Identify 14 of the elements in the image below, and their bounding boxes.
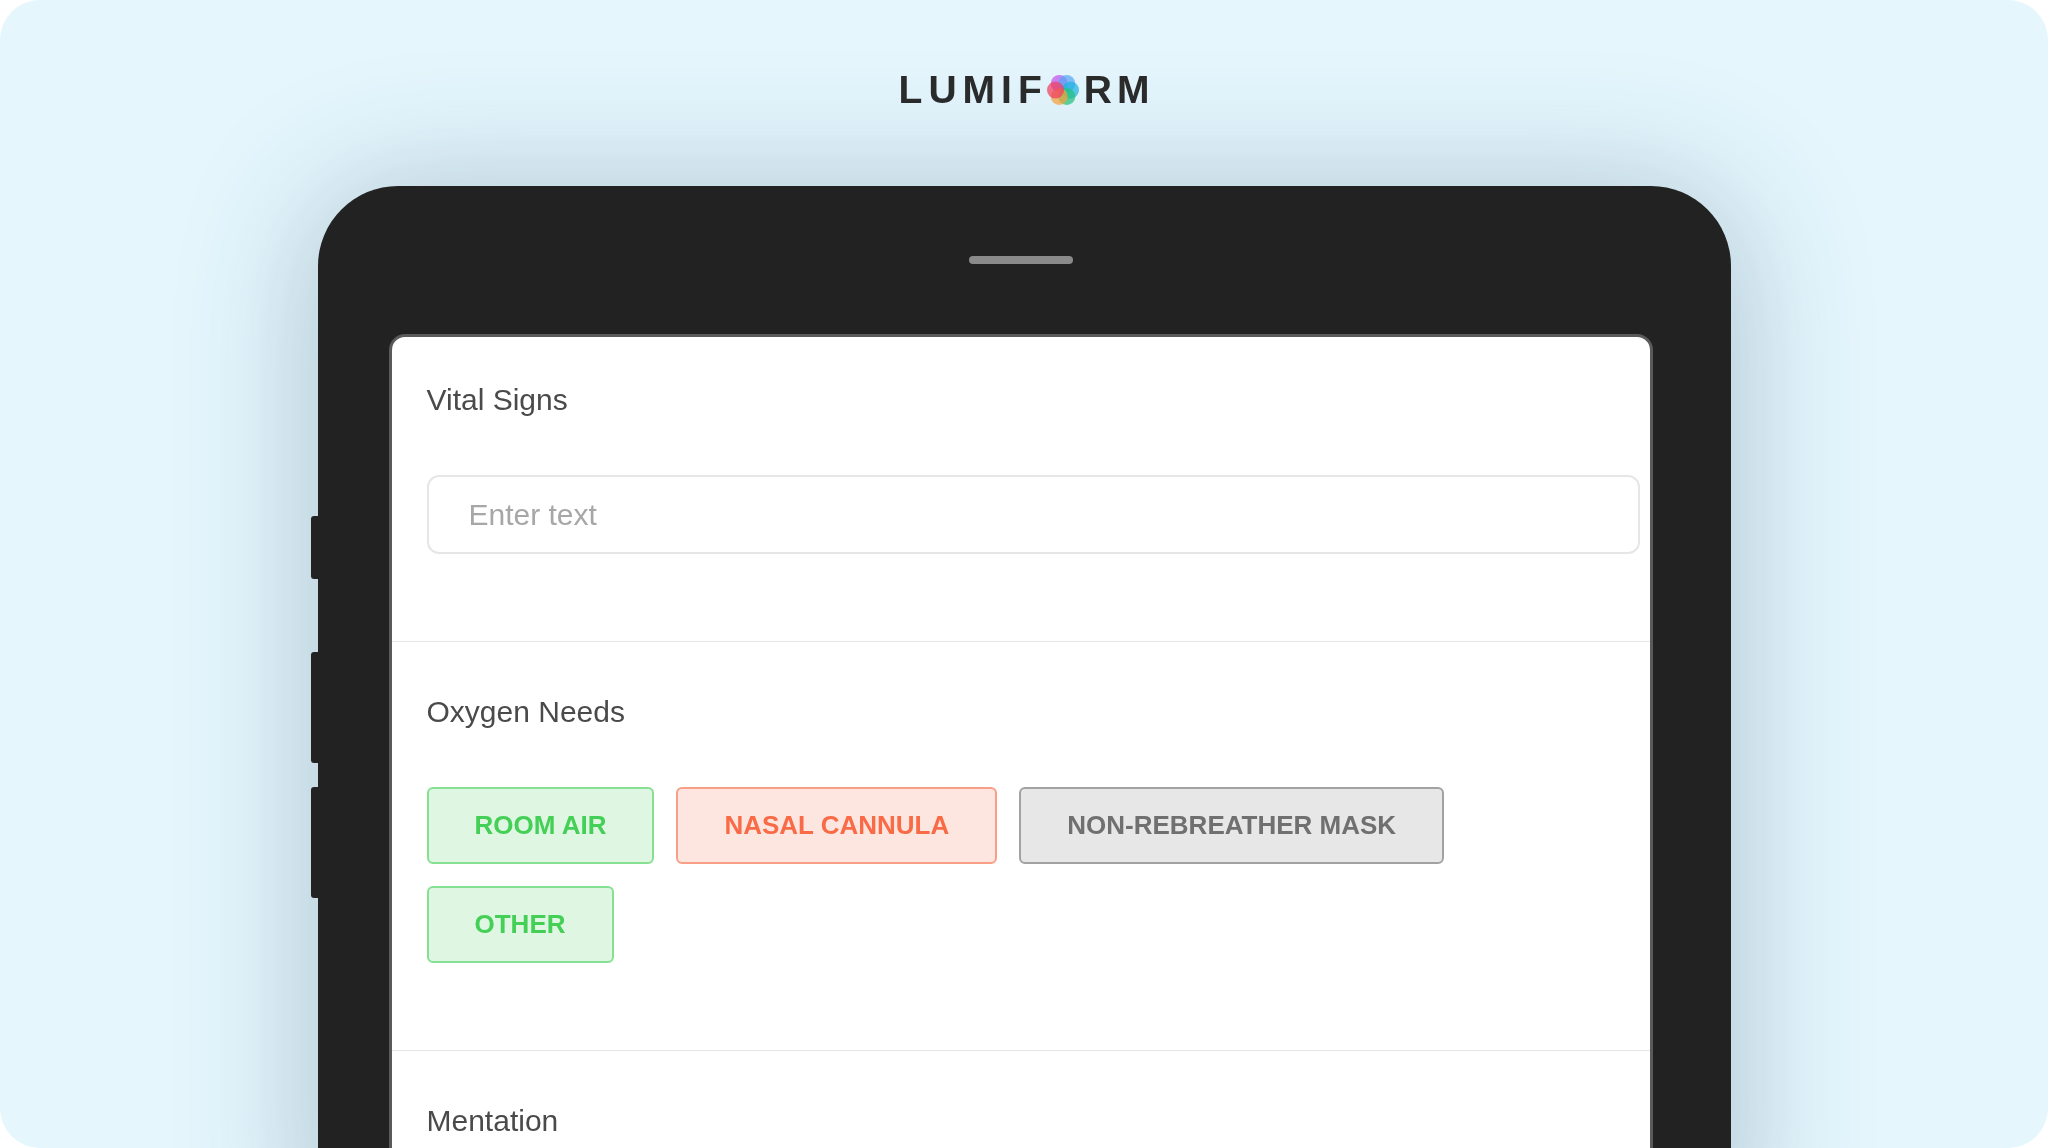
logo-text: RM	[1083, 70, 1155, 109]
option-button[interactable]: NASAL CANNULA	[676, 787, 998, 864]
logo-flower-icon	[1046, 73, 1079, 106]
tablet-side-button[interactable]	[310, 787, 318, 898]
logo-text: LUMIF	[898, 70, 1048, 109]
section-title: Mentation	[426, 1103, 559, 1139]
section-title: Vital Signs	[426, 382, 568, 418]
option-button[interactable]: ROOM AIR	[426, 787, 655, 864]
text-input[interactable]: Enter text	[426, 475, 1640, 554]
option-button[interactable]: OTHER	[426, 886, 614, 963]
tablet-side-button[interactable]	[310, 652, 318, 763]
tablet-side-button[interactable]	[310, 516, 318, 579]
section-title: Oxygen Needs	[426, 694, 625, 730]
option-button[interactable]: NON-REBREATHER MASK	[1019, 787, 1445, 864]
